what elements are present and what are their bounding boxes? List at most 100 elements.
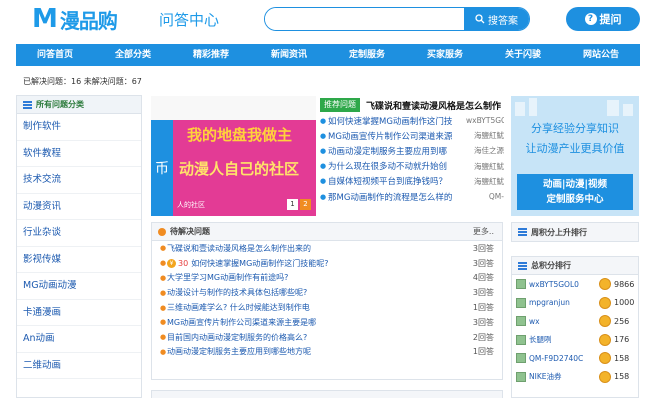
- rank-score: 158: [614, 353, 630, 363]
- category-item[interactable]: 制作软件: [17, 114, 141, 141]
- rank-row[interactable]: mpgranjun 1000: [512, 294, 638, 313]
- ad-cta[interactable]: 动画|动漫|视频 定制服务中心: [517, 174, 633, 210]
- list-item[interactable]: ● 动画动漫定制服务主要应用到哪 海佳之源: [320, 143, 504, 158]
- banner-top-band: [151, 96, 316, 120]
- question-link[interactable]: 三维动画难学么? 什么时候能达到制作电: [167, 302, 458, 313]
- ask-question-button[interactable]: ? 提问: [566, 7, 640, 31]
- question-link[interactable]: 动画动漫定制服务主要应用到哪些地方呢: [167, 346, 458, 357]
- question-link[interactable]: 飞碟说和壹读动漫风格是怎么制作出来的: [167, 243, 458, 254]
- search-button[interactable]: 搜答案: [464, 8, 529, 30]
- list-item[interactable]: ● 为什么现在很多动不动就升始创 海鹽紅魷: [320, 159, 504, 174]
- ask-button-label: 提问: [599, 13, 622, 26]
- question-link[interactable]: 那MG动画制作的流程是怎么样的: [328, 191, 463, 203]
- list-item[interactable]: ● ¥30 如何快速掌握MG动画制作这门技能呢? 3回答: [152, 256, 502, 271]
- category-item[interactable]: 软件教程: [17, 141, 141, 167]
- nav-item-home[interactable]: 问答首页: [16, 44, 94, 66]
- rank-user[interactable]: QM-F9D2740C: [529, 354, 599, 363]
- rank-row[interactable]: wx 256: [512, 312, 638, 331]
- logo-mark: M: [32, 4, 58, 34]
- category-header: 所有问题分类: [17, 96, 141, 114]
- coin-icon: [599, 352, 611, 365]
- list-item[interactable]: ● MG动画宣传片制作公司渠道来源 海鹽紅魷: [320, 128, 504, 143]
- nav-item-buyer-service[interactable]: 买家服务: [406, 44, 484, 66]
- bullet-icon: ●: [320, 192, 327, 201]
- list-item[interactable]: ● 那MG动画制作的流程是怎么样的 QM-: [320, 189, 504, 204]
- bullet-icon: ●: [160, 318, 167, 327]
- list-item[interactable]: ● MG动画宣传片制作公司渠道来源主要是哪 3回答: [152, 315, 502, 330]
- recommended-questions: 推荐问题 飞碟说和壹读动漫风格是怎么制作 ● 如何快速掌握MG动画制作这门技 wxB…: [320, 97, 504, 219]
- category-item[interactable]: An动画: [17, 326, 141, 353]
- coin-icon: [599, 278, 611, 291]
- bullet-icon: ●: [160, 288, 167, 297]
- rank-user[interactable]: NIKE油券: [529, 371, 599, 382]
- category-item[interactable]: 行业杂谈: [17, 220, 141, 247]
- nav-item-announcements[interactable]: 网站公告: [562, 44, 640, 66]
- total-rank-header: 总积分排行: [512, 257, 638, 275]
- question-link[interactable]: 动画动漫定制服务主要应用到哪: [328, 145, 463, 157]
- answer-count: 4回答: [472, 273, 494, 283]
- question-link[interactable]: 动漫设计与制作的技术具体包括哪些呢?: [167, 287, 458, 298]
- nav-item-about[interactable]: 关于闪骏: [484, 44, 562, 66]
- promo-banner[interactable]: 币 我的地盘我做主 动漫人自己的社区 人的社区 1 2: [151, 96, 316, 216]
- question-link[interactable]: MG动画宣传片制作公司渠道来源主要是哪: [167, 317, 458, 328]
- site-title: 问答中心: [159, 11, 220, 29]
- next-section-header: [151, 390, 503, 398]
- rank-user[interactable]: mpgranjun: [529, 298, 599, 307]
- list-item[interactable]: ● 三维动画难学么? 什么时候能达到制作电 1回答: [152, 300, 502, 315]
- pending-header: 待解决问题 更多..: [152, 223, 502, 241]
- list-item[interactable]: ●如何快速掌握MG动画制作这门技wxBYT5GOL0: [320, 113, 504, 128]
- question-link[interactable]: 自媒体短视频平台到底挣钱吗？: [328, 175, 463, 187]
- question-link[interactable]: 目前国内动画动漫定制服务的价格高么?: [167, 332, 458, 343]
- recommended-tag: 推荐问题: [320, 98, 360, 112]
- bullet-icon: ●: [320, 116, 327, 125]
- category-item[interactable]: 二维动画: [17, 353, 141, 379]
- category-item[interactable]: 技术交流: [17, 167, 141, 194]
- search-input[interactable]: [265, 8, 464, 30]
- category-item[interactable]: 动漫资讯: [17, 194, 141, 220]
- coin-icon: [599, 333, 611, 346]
- side-ad[interactable]: 分享经验分享知识 让动漫产业更具价值 动画|动漫|视频 定制服务中心: [511, 96, 639, 216]
- banner-page-dot-active[interactable]: 2: [300, 199, 311, 210]
- rank-user[interactable]: wx: [529, 317, 599, 326]
- coin-icon: [599, 296, 611, 309]
- answerer-name: 海鹽紅魷: [474, 131, 504, 141]
- nav-item-featured[interactable]: 精彩推荐: [172, 44, 250, 66]
- answerer-name: QM-: [488, 192, 504, 202]
- banner-subline: 动漫人自己的社区: [179, 160, 300, 178]
- category-item[interactable]: MG动画动漫: [17, 273, 141, 300]
- header: M 漫品购 问答中心 搜答案 ? 提问: [0, 0, 650, 42]
- category-item[interactable]: 卡通漫画: [17, 300, 141, 326]
- nav-item-categories[interactable]: 全部分类: [94, 44, 172, 66]
- rank-row[interactable]: NIKE油券 158: [512, 368, 638, 387]
- recommended-title[interactable]: 飞碟说和壹读动漫风格是怎么制作: [366, 99, 501, 112]
- question-link[interactable]: 如何快速掌握MG动画制作这门技能呢?: [191, 258, 458, 269]
- list-item[interactable]: ● 飞碟说和壹读动漫风格是怎么制作出来的 3回答: [152, 241, 502, 256]
- question-link[interactable]: MG动画宣传片制作公司渠道来源: [328, 130, 463, 142]
- question-link[interactable]: 如何快速掌握MG动画制作这门技: [328, 115, 463, 127]
- list-item[interactable]: ● 大学里学习MG动画制作有前途吗? 4回答: [152, 271, 502, 286]
- rank-user[interactable]: 长腿咧: [529, 334, 599, 345]
- rank-row[interactable]: QM-F9D2740C 158: [512, 349, 638, 368]
- category-item[interactable]: 影视传媒: [17, 247, 141, 273]
- pending-title: 待解决问题: [170, 227, 210, 236]
- rank-score: 256: [614, 316, 630, 326]
- list-item[interactable]: ● 自媒体短视频平台到底挣钱吗？ 海鹽紅魷: [320, 174, 504, 189]
- rank-row[interactable]: 长腿咧 176: [512, 331, 638, 350]
- question-stats: 已解决问题：16 未解决问题：67: [23, 77, 142, 86]
- list-item[interactable]: ● 动漫设计与制作的技术具体包括哪些呢? 3回答: [152, 285, 502, 300]
- nav-item-news[interactable]: 新闻资讯: [250, 44, 328, 66]
- question-link[interactable]: 为什么现在很多动不动就升始创: [328, 160, 463, 172]
- banner-page-dot[interactable]: 1: [287, 199, 298, 210]
- ad-line-2: 让动漫产业更具价值: [525, 142, 625, 155]
- more-link[interactable]: 更多..: [473, 226, 494, 237]
- answer-count: 3回答: [472, 243, 494, 253]
- list-item[interactable]: ● 目前国内动画动漫定制服务的价格高么? 2回答: [152, 330, 502, 345]
- rank-row[interactable]: wxBYT5GOL0 9866: [512, 275, 638, 294]
- list-item[interactable]: ● 动画动漫定制服务主要应用到哪些地方呢 1回答: [152, 345, 502, 360]
- question-icon: ?: [584, 13, 597, 25]
- question-link[interactable]: 大学里学习MG动画制作有前途吗?: [167, 272, 458, 283]
- site-logo[interactable]: M 漫品购: [32, 4, 118, 34]
- rank-user[interactable]: wxBYT5GOL0: [529, 280, 599, 289]
- weekly-rank-panel: 周积分上升排行: [511, 222, 639, 242]
- nav-item-custom-service[interactable]: 定制服务: [328, 44, 406, 66]
